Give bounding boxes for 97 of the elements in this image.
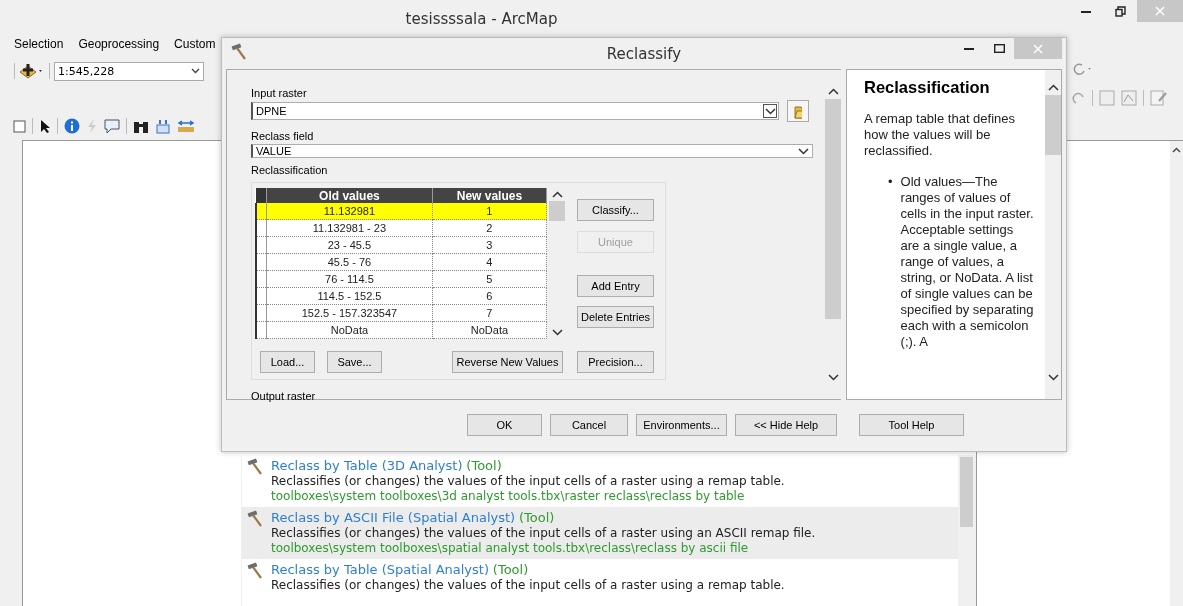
row-header[interactable] bbox=[256, 219, 267, 237]
classify-button[interactable]: Classify... bbox=[577, 199, 654, 221]
tool-link[interactable]: Reclass by ASCII File (Spatial Analyst) bbox=[271, 510, 516, 525]
tool-help-button[interactable]: Tool Help bbox=[859, 413, 964, 436]
menu-item[interactable]: Selection bbox=[14, 37, 64, 55]
restore-icon[interactable] bbox=[1114, 5, 1126, 17]
table-cell[interactable]: NoData bbox=[266, 321, 433, 339]
add-data-icon[interactable] bbox=[19, 62, 45, 80]
row-header[interactable] bbox=[256, 321, 267, 339]
row-header[interactable] bbox=[256, 253, 267, 271]
tool-path: toolboxes\system toolboxes\3d analyst tools.tbx\raster reclass\reclass by table bbox=[271, 489, 746, 504]
scrollbar-thumb[interactable] bbox=[549, 201, 565, 221]
table-cell[interactable]: 23 - 45.5 bbox=[266, 236, 433, 254]
load-button[interactable]: Load... bbox=[260, 351, 315, 373]
chevron-down-icon[interactable] bbox=[798, 148, 809, 155]
reclass-field-dropdown[interactable]: VALUE bbox=[251, 144, 813, 158]
table-cell[interactable]: 11.132981 bbox=[266, 203, 433, 220]
row-header[interactable] bbox=[256, 287, 267, 305]
tool-type: (Tool) bbox=[466, 458, 502, 473]
dialog-title: Reclassify bbox=[606, 44, 682, 63]
scrollbar-thumb[interactable] bbox=[960, 457, 973, 527]
tool-path: toolboxes\system toolboxes\spatial analyst tools.tbx\reclass\reclass by ascii file bbox=[271, 541, 750, 556]
input-raster-dropdown[interactable]: DPNE bbox=[251, 102, 779, 120]
help-bullet: Old values—The ranges of values of cells in the input raster. Acceptable settings are a single value, a range of values, a string, or NoData. A list of single values can be specified by separating each with a semicolon (;). A bbox=[900, 174, 1035, 350]
ok-button[interactable]: OK bbox=[467, 413, 542, 436]
table-cell[interactable]: NoData bbox=[432, 321, 547, 339]
field-label: Input raster bbox=[251, 86, 308, 100]
chevron-down-icon[interactable] bbox=[191, 68, 200, 74]
column-header[interactable]: New values bbox=[432, 188, 547, 203]
tool-type: (Tool) bbox=[492, 562, 529, 577]
table-cell[interactable]: 5 bbox=[432, 270, 547, 288]
browse-button[interactable] bbox=[787, 100, 809, 122]
scroll-up-icon[interactable] bbox=[551, 191, 563, 198]
scroll-down-icon[interactable] bbox=[827, 374, 839, 381]
tool-result[interactable]: Reclass by Table (Spatial Analyst) (Tool) Reclassifies (or changes) the values of the input cells of a raster using a remap table. bbox=[242, 559, 958, 596]
scroll-up-icon[interactable] bbox=[1047, 84, 1059, 91]
menu-item[interactable]: Geoprocessing bbox=[78, 37, 160, 55]
table-cell[interactable]: 6 bbox=[432, 287, 547, 305]
window-title: tesissssala - ArcMap bbox=[405, 9, 558, 28]
save-button[interactable]: Save... bbox=[327, 351, 382, 373]
help-text: A remap table that defines how the values will be reclassified. bbox=[864, 111, 1017, 159]
scale-dropdown[interactable]: 1:545,228 bbox=[54, 61, 204, 81]
tool-link[interactable]: Reclass by Table (3D Analyst) bbox=[271, 458, 463, 473]
reverse-values-button[interactable]: Reverse New Values bbox=[452, 351, 563, 373]
table-cell[interactable]: 114.5 - 152.5 bbox=[266, 287, 433, 305]
minimize-icon[interactable] bbox=[964, 47, 974, 50]
scroll-down-icon[interactable] bbox=[1047, 374, 1059, 381]
info-icon[interactable] bbox=[64, 118, 80, 134]
help-title: Reclassification bbox=[864, 79, 991, 95]
table-cell[interactable]: 11.132981 - 23 bbox=[266, 219, 433, 237]
tool-description: Reclassifies (or changes) the values of the input cells of a raster using an ASCII remap file. bbox=[271, 526, 816, 541]
tool-type: (Tool) bbox=[519, 510, 555, 525]
scrollbar-thumb[interactable] bbox=[1045, 95, 1061, 155]
hide-help-button[interactable]: << Hide Help bbox=[735, 413, 837, 436]
table-cell[interactable]: 2 bbox=[432, 219, 547, 237]
edit-form-icon[interactable] bbox=[1150, 90, 1168, 106]
bullet-mark: • bbox=[888, 174, 893, 191]
row-header[interactable] bbox=[256, 270, 267, 288]
column-header[interactable]: Old values bbox=[266, 188, 433, 203]
add-entry-button[interactable]: Add Entry bbox=[577, 275, 654, 297]
table-cell[interactable]: 3 bbox=[432, 236, 547, 254]
row-header[interactable] bbox=[256, 236, 267, 254]
maximize-icon[interactable] bbox=[993, 44, 1005, 53]
table-cell[interactable]: 45.5 - 76 bbox=[266, 253, 433, 271]
table-cell[interactable]: 1 bbox=[432, 203, 547, 220]
tool-link[interactable]: Reclass by Table (Spatial Analyst) bbox=[271, 562, 489, 577]
delete-entries-button[interactable]: Delete Entries bbox=[577, 306, 654, 328]
precision-button[interactable]: Precision... bbox=[577, 351, 654, 373]
cancel-button[interactable]: Cancel bbox=[550, 413, 628, 436]
speech-bubble-icon[interactable] bbox=[104, 118, 120, 134]
table-cell[interactable]: 7 bbox=[432, 304, 547, 322]
table-cell[interactable]: 152.5 - 157.323547 bbox=[266, 304, 433, 322]
field-label: Reclass field bbox=[251, 129, 315, 143]
field-label: Reclassification bbox=[251, 163, 329, 177]
zoom-extent-icon[interactable] bbox=[13, 119, 26, 133]
hammer-icon bbox=[246, 562, 264, 580]
folder-icon bbox=[794, 103, 802, 119]
scroll-down-icon[interactable] bbox=[551, 329, 563, 336]
tool-result[interactable] bbox=[242, 507, 958, 559]
hammer-icon bbox=[246, 458, 264, 476]
scrollbar-thumb[interactable] bbox=[825, 99, 841, 319]
field-label: Output raster bbox=[251, 389, 317, 403]
environments-button[interactable]: Environments... bbox=[636, 413, 727, 436]
row-header[interactable] bbox=[256, 203, 267, 220]
hammer-icon bbox=[230, 43, 248, 61]
table-cell[interactable]: 76 - 114.5 bbox=[266, 270, 433, 288]
measure-icon[interactable] bbox=[177, 118, 195, 134]
tool-description: Reclassifies (or changes) the values of the input cells of a raster using a remap table. bbox=[271, 578, 785, 593]
pointer-icon[interactable] bbox=[39, 118, 51, 134]
hammer-icon bbox=[246, 510, 264, 528]
tool-description: Reclassifies (or changes) the values of the input cells of a raster using a remap table. bbox=[271, 474, 785, 489]
menu-item[interactable]: Custom bbox=[174, 37, 216, 55]
table-cell[interactable]: 4 bbox=[432, 253, 547, 271]
scroll-up-icon[interactable] bbox=[827, 88, 839, 95]
scroll-up-icon[interactable] bbox=[1172, 147, 1181, 153]
minimize-icon[interactable] bbox=[1081, 9, 1091, 13]
row-header[interactable] bbox=[256, 304, 267, 322]
